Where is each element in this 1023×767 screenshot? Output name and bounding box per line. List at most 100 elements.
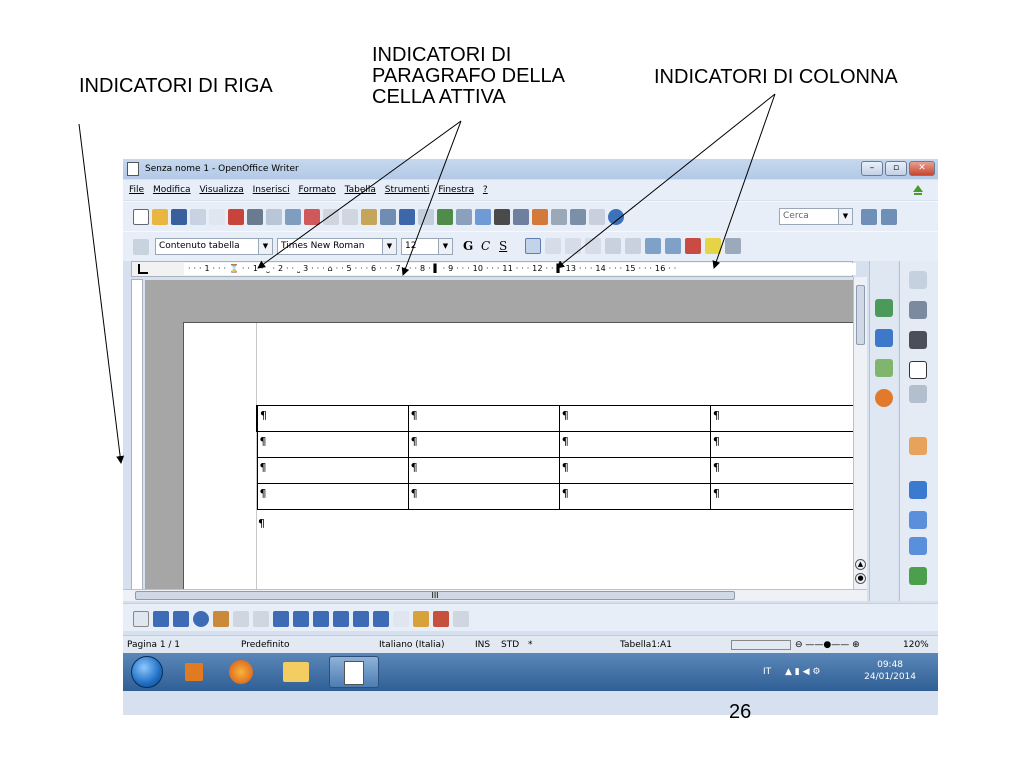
table-cell[interactable]: ¶ — [256, 431, 409, 458]
export-pdf-icon[interactable] — [228, 209, 244, 225]
border-style-icon[interactable] — [909, 331, 927, 349]
status-selection-mode[interactable]: STD — [501, 640, 519, 650]
firefox-taskbar-icon[interactable] — [219, 656, 265, 688]
flowchart-icon[interactable] — [333, 611, 349, 627]
italic-button[interactable]: C — [481, 239, 490, 253]
minimize-button[interactable]: – — [861, 161, 883, 176]
font-size-select[interactable]: 12 ▼ — [401, 238, 453, 255]
writer-taskbar-icon[interactable] — [329, 656, 379, 688]
menu-file[interactable]: File — [129, 185, 144, 195]
copy-icon[interactable] — [342, 209, 358, 225]
close-button[interactable]: ✕ — [909, 161, 935, 176]
table-cell[interactable]: ¶ — [256, 457, 409, 484]
help-icon[interactable] — [608, 209, 624, 225]
paste-icon[interactable] — [361, 209, 377, 225]
vertical-ruler[interactable] — [131, 279, 143, 591]
basic-shapes-icon[interactable] — [273, 611, 289, 627]
formatting-marks-icon[interactable] — [570, 209, 586, 225]
font-color-icon[interactable] — [685, 238, 701, 254]
align-center-icon[interactable] — [545, 238, 561, 254]
fill-color-icon[interactable] — [909, 385, 927, 403]
menu-visualizza[interactable]: Visualizza — [199, 185, 243, 195]
find-previous-icon[interactable] — [881, 209, 897, 225]
table-cell[interactable]: ¶ — [407, 405, 560, 432]
table-cell[interactable]: ¶ — [558, 431, 711, 458]
styles-formatting-icon[interactable] — [133, 239, 149, 255]
table-icon[interactable] — [909, 271, 927, 289]
chevron-down-icon[interactable]: ▼ — [258, 239, 272, 254]
redo-icon[interactable] — [418, 209, 434, 225]
maximize-button[interactable]: ▫ — [885, 161, 907, 176]
horizontal-scrollbar[interactable]: III — [123, 589, 867, 601]
callout-icon[interactable] — [253, 611, 269, 627]
cut-icon[interactable] — [323, 209, 339, 225]
freeform-icon[interactable] — [213, 611, 229, 627]
decrease-indent-icon[interactable] — [645, 238, 661, 254]
numbering-icon[interactable] — [605, 238, 621, 254]
navigator-icon[interactable] — [875, 389, 893, 407]
insert-column-icon[interactable] — [909, 537, 927, 555]
insert-table-icon[interactable] — [909, 437, 927, 455]
status-insert-mode[interactable]: INS — [475, 640, 490, 650]
status-page-style[interactable]: Predefinito — [241, 640, 289, 650]
status-language[interactable]: Italiano (Italia) — [379, 640, 445, 650]
search-input[interactable]: Cerca ▼ — [779, 208, 853, 225]
table-cell[interactable]: ¶ — [407, 431, 560, 458]
border-color-icon[interactable] — [909, 361, 927, 379]
email-icon[interactable] — [190, 209, 206, 225]
gallery-icon[interactable] — [875, 359, 893, 377]
menu-formato[interactable]: Formato — [298, 185, 335, 195]
table-cell[interactable]: ¶ — [255, 405, 409, 432]
table-cell[interactable]: ¶ — [407, 483, 560, 510]
document-area[interactable]: ¶ ¶ ¶ ¶ ¶ ¶ ¶ ¶ ¶ ¶ ¶ ¶ ¶ ¶ ¶ ¶ ¶ — [145, 280, 853, 589]
highlighting-icon[interactable] — [705, 238, 721, 254]
system-clock[interactable]: 09:48 24/01/2014 — [864, 659, 916, 683]
save-icon[interactable] — [171, 209, 187, 225]
table-cell[interactable]: ¶ — [256, 483, 409, 510]
tab-stop-icon[interactable] — [138, 264, 148, 274]
extrusion-icon[interactable] — [453, 611, 469, 627]
document-page[interactable]: ¶ ¶ ¶ ¶ ¶ ¶ ¶ ¶ ¶ ¶ ¶ ¶ ¶ ¶ ¶ ¶ ¶ — [183, 322, 853, 589]
fontwork-icon[interactable] — [433, 611, 449, 627]
justify-icon[interactable] — [585, 238, 601, 254]
spellcheck-icon[interactable] — [285, 209, 301, 225]
autospellcheck-icon[interactable] — [304, 209, 320, 225]
navigator-icon[interactable] — [513, 209, 529, 225]
start-button[interactable] — [131, 656, 163, 688]
explorer-taskbar-icon[interactable] — [273, 656, 319, 688]
ellipse-icon[interactable] — [193, 611, 209, 627]
menu-strumenti[interactable]: Strumenti — [385, 185, 430, 195]
properties-icon[interactable] — [875, 299, 893, 317]
symbol-shapes-icon[interactable] — [293, 611, 309, 627]
status-zoom[interactable]: 120% — [903, 640, 929, 650]
table-cell[interactable]: ¶ — [709, 431, 853, 458]
select-icon[interactable] — [133, 611, 149, 627]
navigation-icon[interactable]: ● — [855, 573, 866, 584]
clone-format-icon[interactable] — [380, 209, 396, 225]
new-document-icon[interactable] — [133, 209, 149, 225]
tray-icons[interactable]: ▲ ▮ ◀ ⚙ — [785, 667, 820, 677]
hyperlink-icon[interactable] — [437, 209, 453, 225]
chevron-down-icon[interactable]: ▼ — [838, 209, 852, 224]
table-cell[interactable]: ¶ — [558, 405, 711, 432]
print-preview-icon[interactable] — [266, 209, 282, 225]
align-left-icon[interactable] — [525, 238, 541, 254]
styles-icon[interactable] — [875, 329, 893, 347]
table-icon[interactable] — [456, 209, 472, 225]
rectangle-icon[interactable] — [173, 611, 189, 627]
horizontal-ruler[interactable]: · · · 1 · · · ⌛ · · 1 · ˽ · 2 · · ˽ 3 · … — [131, 261, 856, 277]
scroll-thumb[interactable]: III — [135, 591, 735, 600]
insert-row-icon[interactable] — [909, 511, 927, 529]
menu-finestra[interactable]: Finestra — [438, 185, 474, 195]
view-layout-icon[interactable] — [731, 640, 791, 650]
outlook-taskbar-icon[interactable] — [179, 656, 211, 688]
status-page[interactable]: Pagina 1 / 1 — [127, 640, 180, 650]
document-table[interactable]: ¶ ¶ ¶ ¶ ¶ ¶ ¶ ¶ ¶ ¶ ¶ ¶ ¶ ¶ ¶ ¶ — [255, 405, 853, 510]
table-cell[interactable]: ¶ — [709, 457, 853, 484]
points-icon[interactable] — [393, 611, 409, 627]
block-arrows-icon[interactable] — [313, 611, 329, 627]
paragraph-style-select[interactable]: Contenuto tabella ▼ — [155, 238, 273, 255]
borders-icon[interactable] — [909, 301, 927, 319]
show-draw-functions-icon[interactable] — [475, 209, 491, 225]
edit-file-icon[interactable] — [209, 209, 225, 225]
